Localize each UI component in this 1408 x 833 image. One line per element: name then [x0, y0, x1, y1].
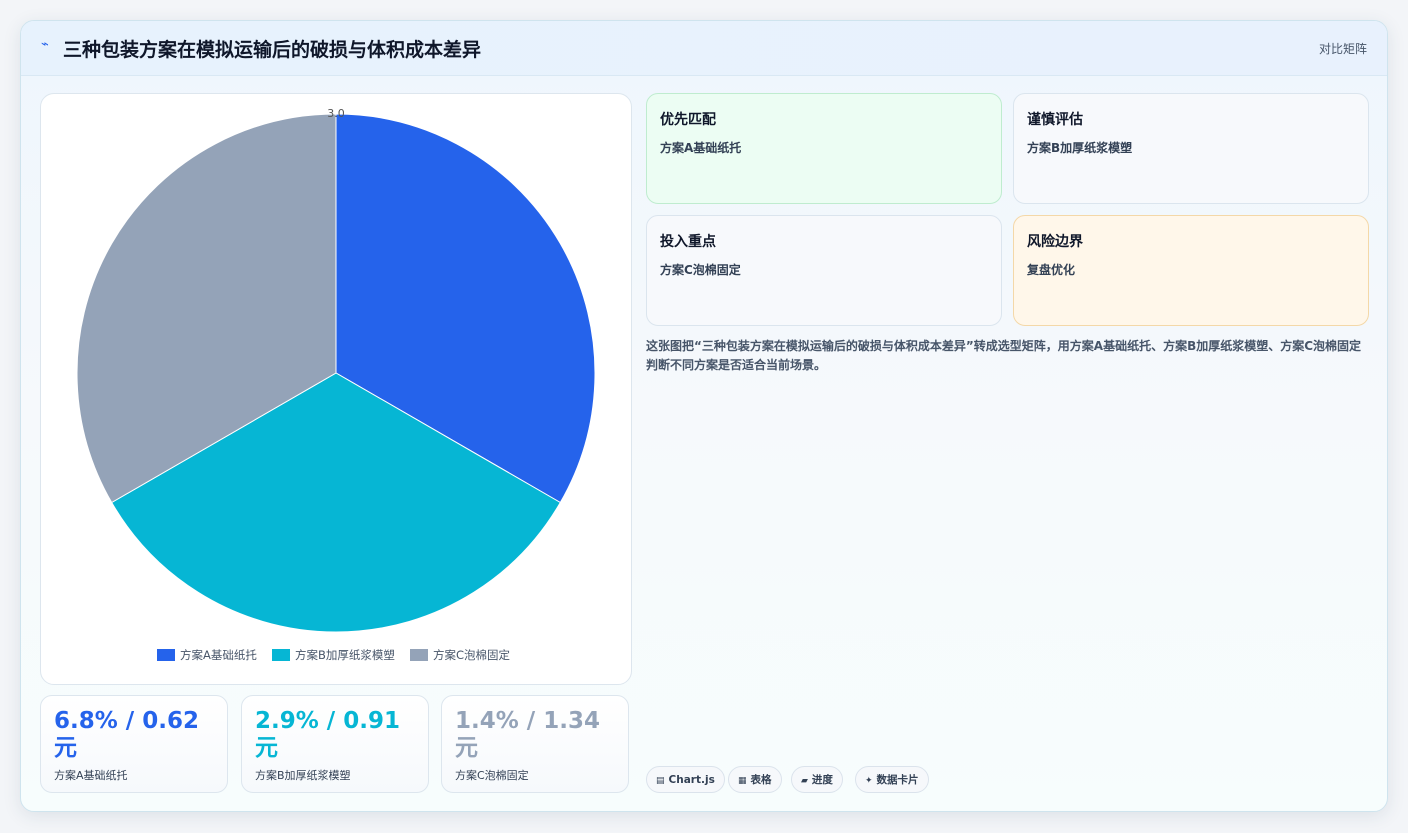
- chip-label: 数据卡片: [876, 774, 919, 786]
- kpi-card-b: 2.9% / 0.91 元 方案B加厚纸浆模塑: [241, 695, 429, 793]
- dashboard-frame: ⌁ 三种包装方案在模拟运输后的破损与体积成本差异 对比矩阵 3.0 方案A基础纸…: [20, 20, 1388, 812]
- card-desc: 方案A基础纸托: [660, 141, 742, 155]
- kpi-card-c: 1.4% / 1.34 元 方案C泡棉固定: [441, 695, 629, 793]
- chip-label: 表格: [750, 774, 772, 786]
- card-risk-boundary: 风险边界 复盘优化: [1013, 215, 1369, 326]
- chip-label: Chart.js: [668, 774, 715, 786]
- kpi-label: 方案A基础纸托: [54, 769, 128, 782]
- card-desc: 方案C泡棉固定: [660, 263, 741, 277]
- chip-label: 进度: [811, 774, 833, 786]
- table-icon: ▦: [738, 776, 747, 786]
- kpi-card-a: 6.8% / 0.62 元 方案A基础纸托: [40, 695, 228, 793]
- chip-progress[interactable]: ▰ 进度: [791, 766, 843, 793]
- card-title: 投入重点: [660, 234, 716, 250]
- kpi-value: 1.4% / 1.34 元: [455, 708, 600, 761]
- legend-swatch-1: [272, 649, 290, 661]
- progress-icon: ▰: [801, 776, 808, 786]
- legend-label-1[interactable]: 方案B加厚纸浆模塑: [295, 648, 395, 662]
- card-desc: 复盘优化: [1027, 263, 1076, 277]
- legend-label-0[interactable]: 方案A基础纸托: [180, 648, 257, 662]
- chart-icon: ▤: [656, 776, 665, 786]
- kpi-label: 方案B加厚纸浆模塑: [255, 769, 351, 782]
- card-desc: 方案B加厚纸浆模塑: [1027, 141, 1133, 155]
- card-title: 风险边界: [1027, 234, 1083, 250]
- pie-top-label: 3.0: [327, 107, 345, 120]
- header-bar: ⌁ 三种包装方案在模拟运输后的破损与体积成本差异 对比矩阵: [21, 21, 1387, 76]
- chip-data-cards[interactable]: ✦ 数据卡片: [855, 766, 929, 793]
- card-title: 优先匹配: [660, 112, 716, 128]
- card-careful-eval: 谨慎评估 方案B加厚纸浆模塑: [1013, 93, 1369, 204]
- legend-swatch-2: [410, 649, 428, 661]
- sparkle-icon: ✦: [865, 776, 873, 786]
- chart-legend: 方案A基础纸托 方案B加厚纸浆模塑 方案C泡棉固定: [157, 648, 511, 662]
- card-title: 谨慎评估: [1027, 112, 1083, 128]
- chip-table[interactable]: ▦ 表格: [728, 766, 782, 793]
- kpi-value: 6.8% / 0.62 元: [54, 708, 199, 761]
- legend-swatch-0: [157, 649, 175, 661]
- pie-chart: 3.0 方案A基础纸托 方案B加厚纸浆模塑 方案C泡棉固定: [76, 107, 596, 662]
- card-investment-focus: 投入重点 方案C泡棉固定: [646, 215, 1002, 326]
- card-priority-match: 优先匹配 方案A基础纸托: [646, 93, 1002, 204]
- page-title: 三种包装方案在模拟运输后的破损与体积成本差异: [63, 39, 482, 61]
- chip-chartjs[interactable]: ▤ Chart.js: [646, 766, 725, 793]
- kpi-label: 方案C泡棉固定: [455, 769, 529, 782]
- pie-chart-card: 3.0 方案A基础纸托 方案B加厚纸浆模塑 方案C泡棉固定: [40, 93, 632, 685]
- chart-description: 这张图把“三种包装方案在模拟运输后的破损与体积成本差异”转成选型矩阵，用方案A基…: [646, 339, 1362, 372]
- pulse-icon: ⌁: [41, 37, 49, 52]
- view-tag: 对比矩阵: [1318, 42, 1367, 56]
- legend-label-2[interactable]: 方案C泡棉固定: [433, 648, 511, 662]
- kpi-value: 2.9% / 0.91 元: [255, 708, 400, 761]
